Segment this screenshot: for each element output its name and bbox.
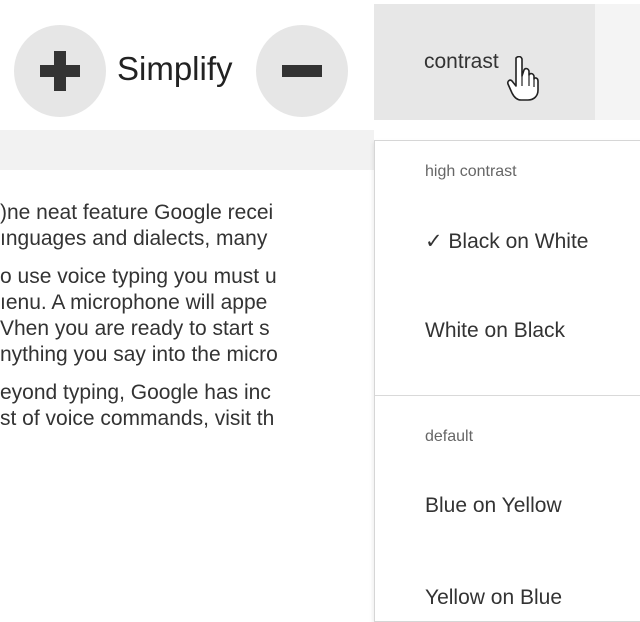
zoom-in-button[interactable] (14, 25, 106, 117)
menu-item-white-on-black[interactable]: White on Black (425, 319, 565, 343)
menu-section-high-contrast: high contrast (425, 163, 517, 180)
contrast-label: contrast (424, 50, 499, 73)
text-line: Vhen you are ready to start s (0, 317, 270, 340)
text-line: ınguages and dialects, many (0, 227, 268, 250)
text-line: eyond typing, Google has inc (0, 381, 271, 404)
text-line: o use voice typing you must u (0, 265, 277, 288)
text-line: st of voice commands, visit th (0, 407, 275, 430)
simplify-label: Simplify (117, 50, 233, 87)
reader-toolbar: Simplify contrast (0, 0, 640, 120)
menu-section-default: default (425, 428, 474, 445)
document-body: )ne neat feature Google recei ınguages a… (0, 200, 374, 611)
contrast-dropdown-button[interactable]: contrast (374, 4, 595, 120)
plus-icon (40, 51, 80, 91)
text-line: )ne neat feature Google recei (0, 201, 274, 224)
contrast-menu: high contrast ✓ Black on White White on … (374, 140, 640, 622)
minus-icon (282, 65, 322, 77)
menu-divider (375, 395, 640, 396)
paragraph-3: eyond typing, Google has inc st of voice… (0, 380, 374, 432)
hand-pointer-icon (507, 56, 539, 101)
menu-item-yellow-on-blue[interactable]: Yellow on Blue (425, 586, 562, 610)
zoom-out-button[interactable] (256, 25, 348, 117)
paragraph-1: )ne neat feature Google recei ınguages a… (0, 200, 374, 252)
text-line: nything you say into the micro (0, 343, 278, 366)
menu-item-black-on-white[interactable]: ✓ Black on White (425, 229, 589, 254)
toolbar-next-tab[interactable] (595, 4, 640, 120)
toolbar-shadow-band (0, 130, 374, 170)
paragraph-2: o use voice typing you must u ıenu. A mi… (0, 264, 374, 368)
menu-item-blue-on-yellow[interactable]: Blue on Yellow (425, 494, 562, 518)
text-line: ıenu. A microphone will appe (0, 291, 268, 314)
